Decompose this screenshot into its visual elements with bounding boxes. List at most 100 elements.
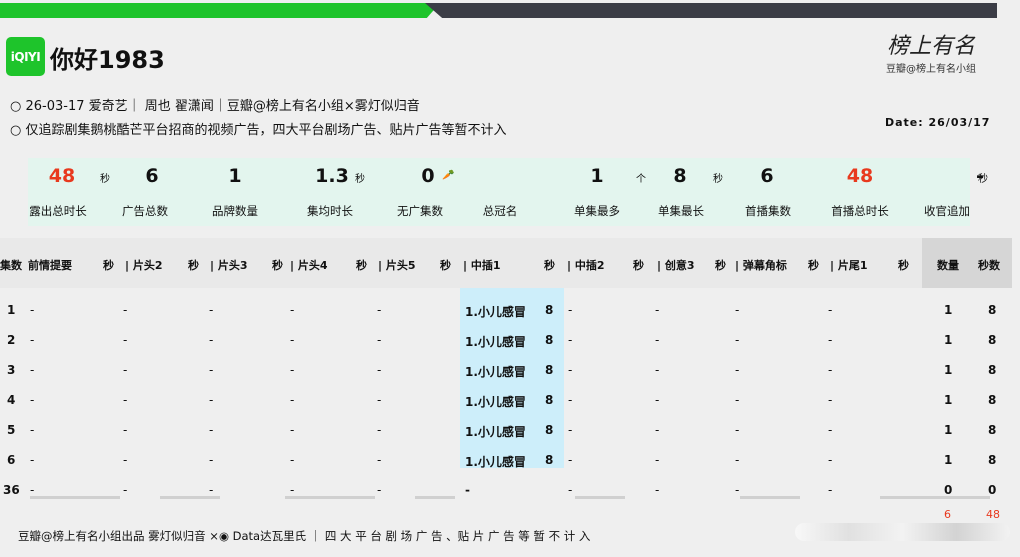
empty-cell: - [735, 303, 740, 317]
empty-cell: - [377, 363, 382, 377]
brand-sub: 豆瓣@榜上有名小组 [886, 64, 976, 75]
midroll1-cell: 1.小儿感冒 [465, 305, 526, 319]
summary-unit: 秒 [713, 174, 723, 185]
empty-cell: - [568, 303, 573, 317]
empty-cell: - [377, 483, 382, 497]
empty-cell: - [30, 363, 35, 377]
empty-cell: - [209, 483, 214, 497]
table-row[interactable]: 36- - - - - - - - - -0 0 [0, 475, 1012, 505]
empty-cell: - [123, 333, 128, 347]
column-header[interactable]: | 创意3 [657, 257, 695, 273]
midroll1-cell: 1.小儿感冒 [465, 455, 526, 469]
episode-number: 3 [7, 363, 16, 377]
column-header[interactable]: 集数 [0, 257, 22, 273]
summary-unit: 🥕 [442, 170, 455, 181]
column-header[interactable]: | 片头2 [125, 257, 163, 273]
ad-count: 0 [944, 483, 953, 497]
summary-value: 1 [228, 165, 242, 187]
column-header[interactable]: 秒 [440, 257, 451, 273]
top-bar-dark [425, 3, 997, 18]
midroll1-cell: 1.小儿感冒 [465, 425, 526, 439]
empty-cell: - [655, 423, 660, 437]
column-header[interactable]: 秒 [103, 257, 114, 273]
column-header[interactable]: 秒 [633, 257, 644, 273]
empty-cell: - [828, 423, 833, 437]
empty-cell: - [30, 303, 35, 317]
table-row[interactable]: 5- - - - - - - - -1.小儿感冒 8 1 8 [0, 415, 1012, 445]
empty-cell: - [209, 453, 214, 467]
date-label: Date: 26/03/17 [885, 116, 991, 129]
table-row[interactable]: 2- - - - - - - - -1.小儿感冒 8 1 8 [0, 325, 1012, 355]
iqiyi-logo: iQIYI [6, 37, 45, 76]
column-header[interactable]: 秒 [188, 257, 199, 273]
table-row[interactable]: 4- - - - - - - - -1.小儿感冒 8 1 8 [0, 385, 1012, 415]
empty-cell: - [30, 453, 35, 467]
empty-cell: - [655, 363, 660, 377]
column-header[interactable]: | 片头5 [378, 257, 416, 273]
column-header[interactable]: 秒 [544, 257, 555, 273]
column-header[interactable]: | 片头4 [290, 257, 328, 273]
midroll1-secs: 8 [545, 333, 554, 347]
horizontal-scrollbar[interactable] [795, 523, 1010, 541]
ad-count: 1 [944, 423, 953, 437]
column-header[interactable]: 秒数 [978, 257, 1000, 273]
empty-cell: - [655, 453, 660, 467]
brand-mark: 榜上有名 豆瓣@榜上有名小组 [872, 28, 990, 75]
top-bar-green [0, 3, 440, 18]
empty-cell: - [123, 303, 128, 317]
summary-label: 单集最长 [658, 204, 704, 218]
column-header[interactable]: | 片头3 [210, 257, 248, 273]
empty-cell: - [568, 363, 573, 377]
column-header[interactable]: 秒 [272, 257, 283, 273]
column-header[interactable]: 秒 [356, 257, 367, 273]
column-header[interactable]: | 弹幕角标 [735, 257, 787, 273]
empty-cell: - [123, 423, 128, 437]
column-header[interactable]: 秒 [898, 257, 909, 273]
column-header[interactable]: 数量 [937, 257, 959, 273]
empty-cell: - [123, 363, 128, 377]
row-divider [415, 496, 455, 499]
column-header[interactable]: 秒 [808, 257, 819, 273]
empty-cell: - [209, 333, 214, 347]
summary-label: 首播总时长 [831, 204, 889, 218]
episode-number: 36 [3, 483, 20, 497]
summary-value: 48 [48, 165, 76, 187]
row-divider [30, 496, 120, 499]
empty-cell: - [209, 393, 214, 407]
column-header[interactable]: 秒 [715, 257, 726, 273]
total-secs: 48 [986, 508, 1000, 521]
column-header[interactable]: | 中插1 [463, 257, 501, 273]
summary-unit: 秒 [978, 174, 988, 185]
table-row[interactable]: 1- - - - - - - - -1.小儿感冒 8 1 8 [0, 295, 1012, 325]
episode-number: 5 [7, 423, 16, 437]
row-divider [285, 496, 375, 499]
empty-cell: - [123, 453, 128, 467]
midroll1-secs: 8 [545, 303, 554, 317]
empty-cell: - [377, 393, 382, 407]
empty-cell: - [290, 393, 295, 407]
column-header[interactable]: | 中插2 [567, 257, 605, 273]
row-divider [160, 496, 220, 499]
empty-cell: - [377, 423, 382, 437]
summary-label: 露出总时长 [29, 204, 87, 218]
episode-number: 4 [7, 393, 16, 407]
table-row[interactable]: 6- - - - - - - - -1.小儿感冒 8 1 8 [0, 445, 1012, 475]
ad-count: 1 [944, 453, 953, 467]
column-header[interactable]: | 片尾1 [830, 257, 868, 273]
midroll1-cell: 1.小儿感冒 [465, 335, 526, 349]
empty-cell: - [209, 303, 214, 317]
empty-cell: - [828, 333, 833, 347]
midroll1-secs: 8 [545, 393, 554, 407]
empty-cell: - [735, 393, 740, 407]
empty-cell: - [828, 393, 833, 407]
empty-cell: - [568, 483, 573, 497]
summary-label: 单集最多 [574, 204, 620, 218]
episode-number: 1 [7, 303, 16, 317]
column-header[interactable]: 前情提要 [28, 257, 72, 273]
summary-value: 6 [760, 165, 774, 187]
summary-label: 收官追加 [924, 204, 970, 218]
empty-cell: - [828, 303, 833, 317]
table-row[interactable]: 3- - - - - - - - -1.小儿感冒 8 1 8 [0, 355, 1012, 385]
summary-label: 集均时长 [307, 204, 353, 218]
empty-cell: - [30, 393, 35, 407]
